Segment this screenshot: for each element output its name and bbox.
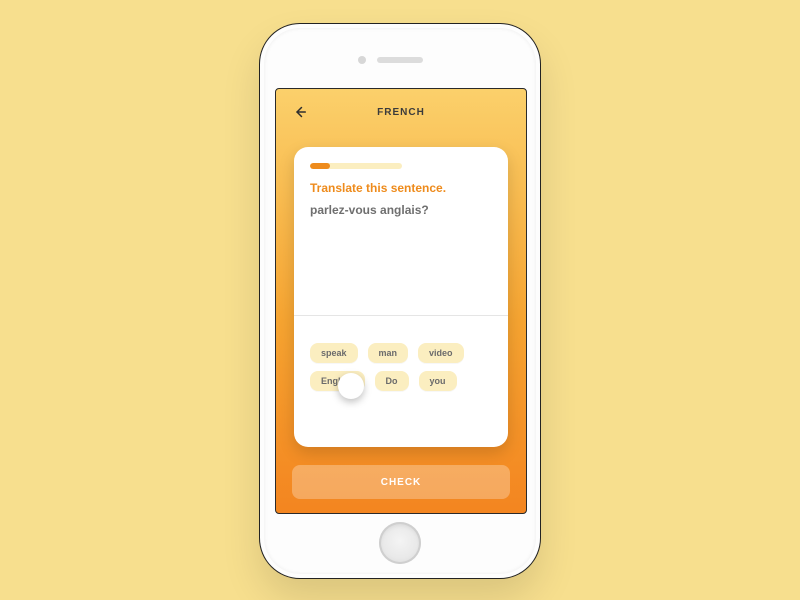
- progress-bar-fill: [310, 163, 330, 169]
- word-chip[interactable]: you: [419, 371, 457, 391]
- word-chip[interactable]: man: [368, 343, 409, 363]
- word-bank: speak man video English Do you: [310, 343, 492, 391]
- check-button[interactable]: CHECK: [292, 465, 510, 499]
- word-chip[interactable]: video: [418, 343, 464, 363]
- word-chip[interactable]: speak: [310, 343, 358, 363]
- app-screen: FRENCH Translate this sentence. parlez-v…: [275, 88, 527, 514]
- word-chip[interactable]: English: [310, 371, 365, 391]
- exercise-card: Translate this sentence. parlez-vous ang…: [294, 147, 508, 447]
- source-sentence: parlez-vous anglais?: [310, 203, 492, 217]
- check-button-label: CHECK: [381, 477, 422, 488]
- app-title: FRENCH: [377, 107, 425, 118]
- word-chip[interactable]: Do: [375, 371, 409, 391]
- back-button[interactable]: [286, 98, 314, 126]
- phone-device-frame: FRENCH Translate this sentence. parlez-v…: [260, 24, 540, 578]
- progress-bar: [310, 163, 402, 169]
- card-divider: [294, 315, 508, 316]
- arrow-left-icon: [291, 103, 309, 121]
- phone-earpiece: [377, 57, 423, 63]
- phone-home-button[interactable]: [379, 522, 421, 564]
- instruction-text: Translate this sentence.: [310, 181, 492, 195]
- app-header: FRENCH: [276, 89, 526, 135]
- phone-camera-dot: [358, 56, 366, 64]
